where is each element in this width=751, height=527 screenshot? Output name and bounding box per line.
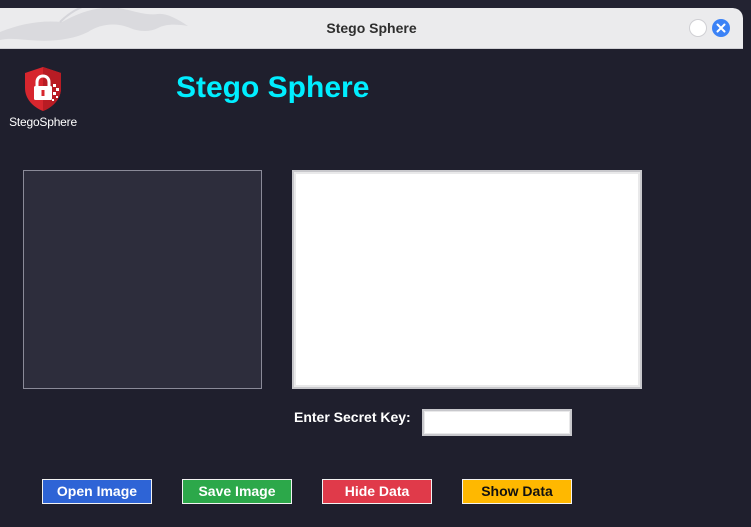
open-image-button[interactable]: Open Image (42, 479, 152, 504)
desktop: Stego Sphere StegoSphere Stego Sphere En… (0, 0, 751, 527)
save-image-button[interactable]: Save Image (182, 479, 292, 504)
secret-key-input[interactable] (422, 409, 572, 436)
minimize-button[interactable] (689, 19, 707, 37)
logo-text: StegoSphere (9, 115, 77, 129)
secret-key-label: Enter Secret Key: (294, 409, 411, 425)
app-logo: StegoSphere (0, 66, 88, 132)
secret-data-textarea[interactable] (292, 170, 642, 389)
close-button[interactable] (712, 19, 730, 37)
window-title: Stego Sphere (326, 20, 417, 36)
window-titlebar[interactable]: Stego Sphere (0, 8, 743, 49)
close-icon (716, 23, 726, 33)
shield-lock-icon (25, 67, 61, 111)
image-preview-panel (23, 170, 262, 389)
app-window: Stego Sphere StegoSphere Stego Sphere En… (0, 8, 743, 527)
app-heading: Stego Sphere (176, 71, 370, 104)
hide-data-button[interactable]: Hide Data (322, 479, 432, 504)
show-data-button[interactable]: Show Data (462, 479, 572, 504)
